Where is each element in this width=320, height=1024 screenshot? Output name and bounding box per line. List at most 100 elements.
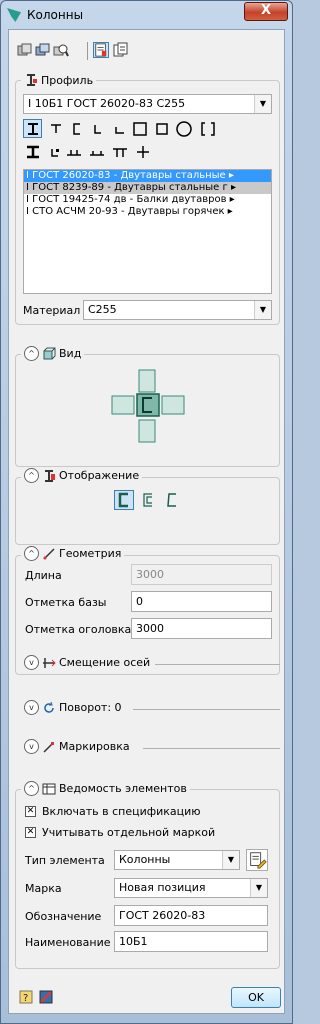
shape-unequal-angle-button[interactable] [109, 119, 128, 138]
close-button[interactable]: X [244, 2, 288, 21]
marking-icon [43, 741, 54, 753]
rotation-divider [133, 709, 280, 710]
view-cube-icon [43, 347, 56, 359]
shape-h-section-button[interactable] [23, 142, 42, 161]
list-item[interactable]: I ГОСТ 19425-74 дв - Балки двутавров ▸ [24, 194, 271, 206]
expand-icon[interactable]: v [24, 739, 39, 754]
element-type-select[interactable]: Колонны ▼ [114, 850, 240, 870]
collapse-icon[interactable]: ^ [24, 781, 39, 796]
list-item[interactable]: I СТО АСЧМ 20-93 - Двутавры горячек ▸ [24, 206, 271, 218]
help-icon[interactable]: ? [19, 990, 33, 1004]
shape-double-t-button[interactable] [110, 142, 129, 161]
properties-icon[interactable] [93, 42, 109, 58]
layer-copy-icon[interactable] [35, 42, 51, 58]
display-legend[interactable]: ^ Отображение [21, 468, 143, 483]
angle-icon [93, 124, 101, 134]
head-elevation-field[interactable]: 3000 [131, 618, 272, 639]
shape-double-angle-button[interactable] [64, 142, 83, 161]
separate-mark-checkbox[interactable]: ✕ [25, 827, 36, 838]
expand-icon[interactable]: v [24, 655, 39, 670]
display-icon [45, 469, 55, 482]
chevron-down-icon[interactable]: ▼ [250, 879, 267, 897]
display-group [15, 477, 280, 545]
display-mode-simple-button[interactable] [162, 490, 182, 510]
marking-label: Маркировка [59, 740, 130, 753]
toolbar-separator [87, 42, 88, 60]
separate-mark-label: Учитывать отдельной маркой [42, 826, 216, 839]
shape-cross-button[interactable] [133, 142, 152, 161]
shape-i-beam-button[interactable] [23, 119, 42, 138]
rotation-label: Поворот: 0 [59, 701, 122, 714]
shape-channel-button[interactable] [67, 119, 86, 138]
view-legend[interactable]: ^ Вид [21, 346, 85, 361]
axis-offset-icon [43, 657, 56, 668]
mark-value: Новая позиция [119, 881, 206, 894]
name-field[interactable]: 10Б1 [114, 931, 268, 952]
shape-round-tube-button[interactable] [174, 119, 193, 138]
designation-label: Обозначение [25, 910, 102, 923]
shape-angle-button[interactable] [88, 119, 107, 138]
axis-offset-label: Смещение осей [59, 656, 151, 669]
settings-icon[interactable] [39, 990, 53, 1004]
channel-icon [72, 122, 80, 135]
shape-rect-tube-button[interactable] [130, 119, 149, 138]
base-elevation-field[interactable]: 0 [131, 591, 272, 612]
search-layer-icon[interactable] [53, 42, 69, 58]
name-label: Наименование [25, 936, 111, 949]
display-mode-full-button[interactable] [114, 490, 134, 510]
double-t-icon [112, 147, 127, 157]
profile-select[interactable]: I 10Б1 ГОСТ 26020-83 С255 ▼ [23, 94, 272, 114]
shape-double-angle-2-button[interactable] [87, 142, 106, 161]
copy-properties-icon[interactable] [113, 42, 129, 58]
title-bar[interactable]: Колонны X [1, 1, 292, 29]
spec-legend[interactable]: ^ Ведомость элементов [21, 781, 190, 796]
display-legend-label: Отображение [59, 469, 140, 482]
standards-list[interactable]: I ГОСТ 26020-83 - Двутавры стальные ▸ I … [23, 169, 272, 294]
material-select[interactable]: С255 ▼ [83, 300, 272, 320]
profile-legend: Профиль [21, 73, 97, 87]
i-beam-icon [27, 122, 38, 135]
rect-tube-icon [132, 121, 147, 136]
element-type-label: Тип элемента [25, 854, 105, 867]
channel-full-icon [118, 492, 128, 508]
profile-icon [27, 74, 37, 86]
shape-c-bracket-button[interactable] [198, 119, 217, 138]
collapse-icon[interactable]: ^ [24, 346, 39, 361]
axis-offset-section[interactable]: v Смещение осей [21, 655, 154, 670]
list-item[interactable]: I ГОСТ 8239-89 - Двутавры стальные г ▸ [24, 182, 271, 194]
geometry-legend[interactable]: ^ Геометрия [21, 546, 125, 561]
list-item[interactable]: I ГОСТ 26020-83 - Двутавры стальные ▸ [24, 170, 271, 182]
chevron-down-icon[interactable]: ▼ [254, 301, 271, 319]
marking-divider [143, 748, 280, 749]
svg-text:?: ? [23, 993, 28, 1004]
chevron-down-icon[interactable]: ▼ [222, 851, 239, 869]
app-icon [7, 8, 21, 22]
square-tube-icon [155, 122, 168, 135]
shape-t-section-button[interactable] [46, 119, 65, 138]
material-label: Материал [23, 304, 81, 317]
layer-icon[interactable] [17, 42, 33, 58]
profile-select-value: I 10Б1 ГОСТ 26020-83 С255 [28, 97, 186, 110]
collapse-icon[interactable]: ^ [24, 468, 39, 483]
collapse-icon[interactable]: ^ [24, 546, 39, 561]
ok-button[interactable]: OK [231, 987, 281, 1008]
length-field[interactable]: 3000 [131, 564, 272, 585]
expand-icon[interactable]: v [24, 700, 39, 715]
cross-icon [136, 145, 149, 158]
table-icon [42, 783, 56, 794]
c-bracket-icon [200, 121, 215, 136]
double-angle-2-icon [89, 150, 104, 156]
shape-square-tube-button[interactable] [152, 119, 171, 138]
display-mode-outline-button[interactable] [138, 490, 158, 510]
mark-select[interactable]: Новая позиция ▼ [114, 878, 268, 898]
head-elevation-label: Отметка оголовка [25, 623, 132, 636]
shape-plate-button[interactable] [45, 142, 64, 161]
edit-list-icon[interactable] [246, 849, 268, 871]
chevron-down-icon[interactable]: ▼ [254, 95, 271, 113]
marking-section[interactable]: v Маркировка [21, 739, 133, 754]
material-select-value: С255 [88, 303, 117, 316]
view-selector-icon[interactable] [110, 368, 186, 444]
rotation-section[interactable]: v Поворот: 0 [21, 700, 125, 715]
designation-field[interactable]: ГОСТ 26020-83 [114, 905, 268, 926]
include-in-spec-checkbox[interactable]: ✕ [25, 806, 36, 817]
